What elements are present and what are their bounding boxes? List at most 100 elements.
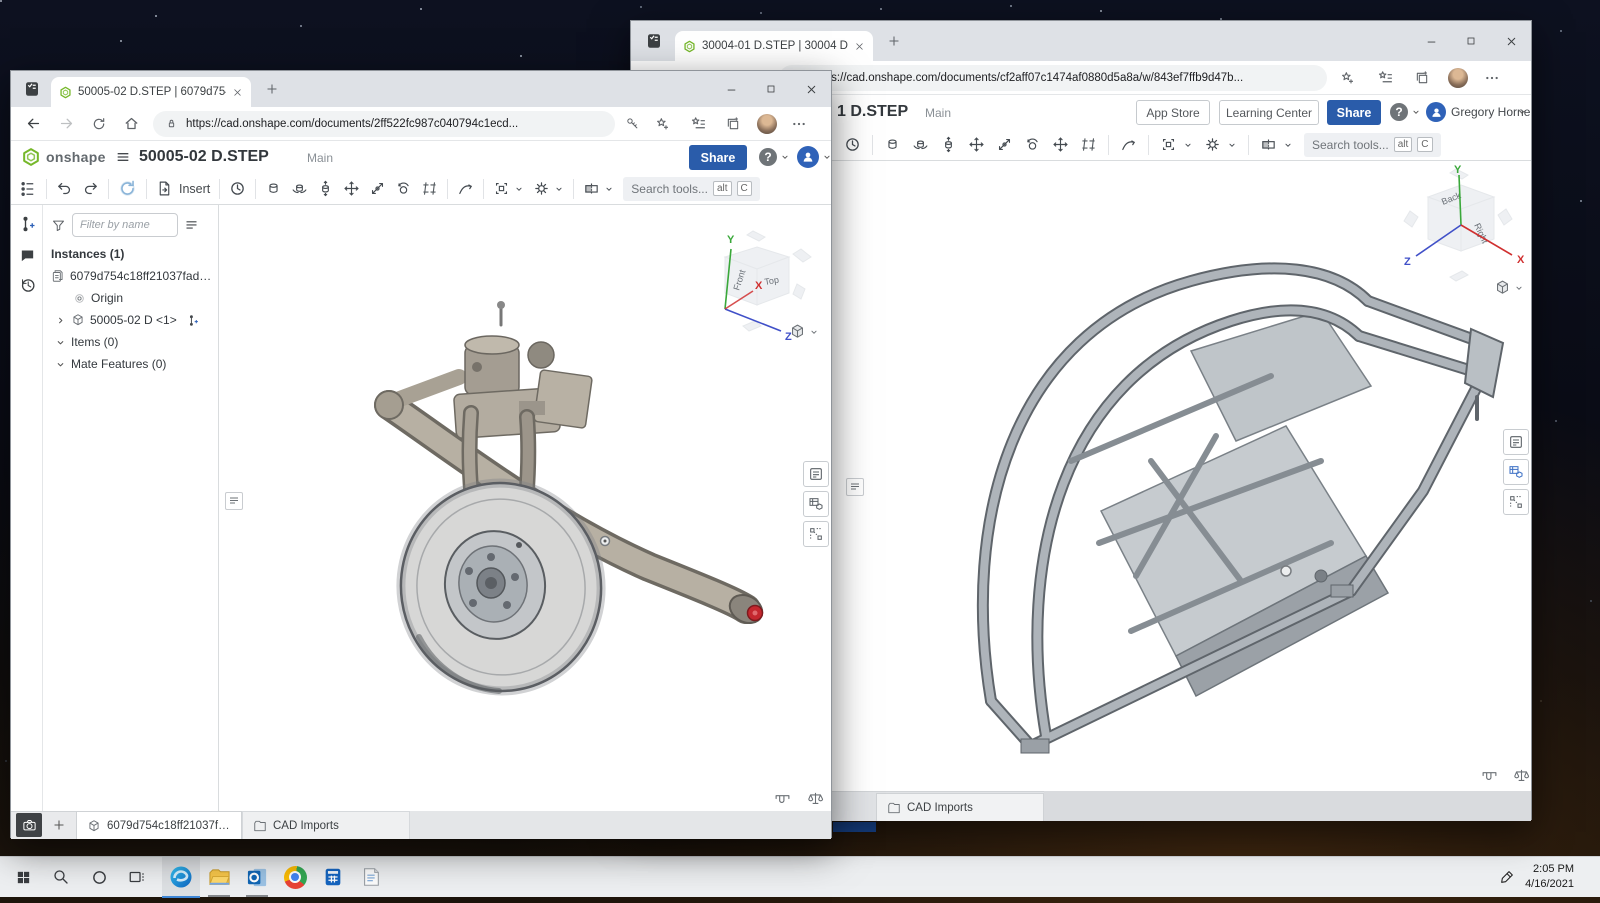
add-element-button[interactable]	[52, 818, 66, 832]
filter-input[interactable]	[72, 213, 178, 237]
slider-mate-icon[interactable]	[317, 180, 334, 197]
view-orientation-menu[interactable]	[1494, 279, 1524, 296]
tree-item-origin[interactable]: Origin	[43, 287, 218, 309]
maximize-button[interactable]	[1451, 21, 1491, 61]
back-view-cube[interactable]: Back Right Y Z X	[1386, 163, 1531, 288]
share-button[interactable]: Share	[689, 145, 747, 170]
address-bar[interactable]: https://cad.onshape.com/documents/2ff522…	[153, 111, 615, 137]
measure-caliper-icon[interactable]	[1481, 767, 1498, 784]
user-chevron-icon[interactable]	[822, 152, 832, 162]
back-icon[interactable]	[25, 115, 42, 132]
help-button[interactable]: ?	[759, 148, 777, 166]
assembly-tools-gear-icon[interactable]	[1204, 136, 1221, 153]
tab-close-icon[interactable]	[854, 41, 865, 52]
exploded-view-panel-icon[interactable]	[1503, 489, 1529, 515]
snap-mode-icon[interactable]	[1120, 136, 1137, 153]
insert-icon[interactable]	[156, 180, 173, 197]
workspaces-icon[interactable]	[645, 32, 663, 50]
view-orientation-menu[interactable]	[789, 323, 819, 340]
learning-center-button[interactable]: Learning Center	[1219, 100, 1319, 125]
onshape-logo[interactable]	[21, 147, 41, 167]
bom-panel-icon[interactable]	[1503, 459, 1529, 485]
tree-item-subassembly[interactable]: 50005-02 D <1>	[43, 309, 218, 331]
front-3d-viewport[interactable]: Top Front Y Z X	[219, 205, 831, 811]
close-button[interactable]	[791, 71, 831, 107]
browser-menu-icon[interactable]	[1484, 70, 1500, 86]
measure-caliper-icon[interactable]	[774, 790, 791, 807]
bookmark-star-icon[interactable]	[654, 116, 670, 132]
bookmark-star-icon[interactable]	[1339, 70, 1355, 86]
planar-mate-icon[interactable]	[968, 136, 985, 153]
pen-tray-icon[interactable]	[1499, 869, 1515, 885]
browser-tab[interactable]: 50005-02 D.STEP | 6079d754c18	[51, 77, 251, 107]
tab-cad-imports[interactable]: CAD Imports	[876, 793, 1044, 821]
fastened-mate-icon[interactable]	[265, 180, 282, 197]
browser-profile-avatar[interactable]	[757, 114, 777, 134]
revolute-mate-icon[interactable]	[912, 136, 929, 153]
user-chevron-icon[interactable]	[1517, 107, 1527, 117]
ball-mate-icon[interactable]	[1052, 136, 1069, 153]
snap-mode-icon[interactable]	[457, 180, 474, 197]
search-tools[interactable]: Search tools... alt C	[623, 177, 760, 201]
screenshot-camera-button[interactable]	[16, 813, 42, 837]
password-key-icon[interactable]	[625, 116, 640, 131]
browser-profile-avatar[interactable]	[1448, 68, 1468, 88]
search-tools[interactable]: Search tools... alt C	[1304, 133, 1441, 157]
taskbar-search-icon[interactable]	[42, 857, 80, 898]
user-avatar[interactable]	[797, 146, 819, 168]
start-button[interactable]	[4, 857, 42, 898]
panel-expand-handle[interactable]	[846, 478, 864, 496]
revolute-mate-icon[interactable]	[291, 180, 308, 197]
gear-chevron-icon[interactable]	[1227, 140, 1237, 150]
tree-item-document[interactable]: 6079d754c18ff21037fadc...	[43, 265, 218, 287]
tree-item-items[interactable]: Items (0)	[43, 331, 218, 353]
mate-connector-icon[interactable]	[18, 215, 36, 233]
pin-slot-mate-icon[interactable]	[395, 180, 412, 197]
taskbar-calculator-icon[interactable]	[314, 857, 352, 898]
app-store-button[interactable]: App Store	[1136, 100, 1210, 125]
favorites-bar-icon[interactable]	[690, 115, 707, 132]
gear-chevron-icon[interactable]	[554, 184, 564, 194]
close-button[interactable]	[1491, 21, 1531, 61]
cylindrical-mate-icon[interactable]	[369, 180, 386, 197]
help-button[interactable]: ?	[1390, 103, 1408, 121]
exploded-view-panel-icon[interactable]	[803, 521, 829, 547]
new-tab-button[interactable]	[265, 82, 279, 96]
filter-funnel-icon[interactable]	[51, 218, 66, 233]
collapse-chevron-icon[interactable]	[55, 359, 66, 370]
bom-panel-icon[interactable]	[803, 491, 829, 517]
fastened-mate-icon[interactable]	[884, 136, 901, 153]
favorites-bar-icon[interactable]	[1377, 69, 1394, 86]
forward-icon[interactable]	[58, 115, 75, 132]
expand-chevron-icon[interactable]	[55, 315, 66, 326]
frame-select-icon[interactable]	[493, 180, 510, 197]
undo-icon[interactable]	[56, 180, 73, 197]
taskbar-clock[interactable]: 2:05 PM 4/16/2021	[1525, 862, 1574, 893]
parallel-mate-icon[interactable]	[1080, 136, 1097, 153]
rollback-clock-icon[interactable]	[229, 180, 246, 197]
notes-panel-icon[interactable]	[803, 461, 829, 487]
section-view-icon[interactable]	[583, 180, 600, 197]
maximize-button[interactable]	[751, 71, 791, 107]
section-chevron-icon[interactable]	[1283, 140, 1293, 150]
task-view-icon[interactable]	[118, 857, 156, 898]
planar-mate-icon[interactable]	[343, 180, 360, 197]
cortana-icon[interactable]	[80, 857, 118, 898]
slider-mate-icon[interactable]	[940, 136, 957, 153]
section-view-icon[interactable]	[1260, 136, 1277, 153]
panel-collapse-handle[interactable]	[225, 492, 243, 510]
tree-item-mate-features[interactable]: Mate Features (0)	[43, 353, 218, 375]
taskbar-edge-icon[interactable]	[162, 857, 200, 898]
frame-select-chevron-icon[interactable]	[1183, 140, 1193, 150]
assembly-tools-gear-icon[interactable]	[533, 180, 550, 197]
insert-label[interactable]: Insert	[179, 182, 210, 196]
refresh-icon[interactable]	[91, 116, 107, 132]
address-bar[interactable]: https://cad.onshape.com/documents/cf2aff…	[779, 65, 1327, 91]
mate-connector-badge-icon[interactable]	[186, 314, 199, 327]
new-tab-button[interactable]	[887, 34, 901, 48]
help-chevron-icon[interactable]	[1411, 107, 1421, 117]
pin-slot-mate-icon[interactable]	[1024, 136, 1041, 153]
workspaces-icon[interactable]	[23, 80, 41, 98]
comments-icon[interactable]	[19, 247, 36, 264]
list-options-icon[interactable]	[184, 218, 199, 233]
